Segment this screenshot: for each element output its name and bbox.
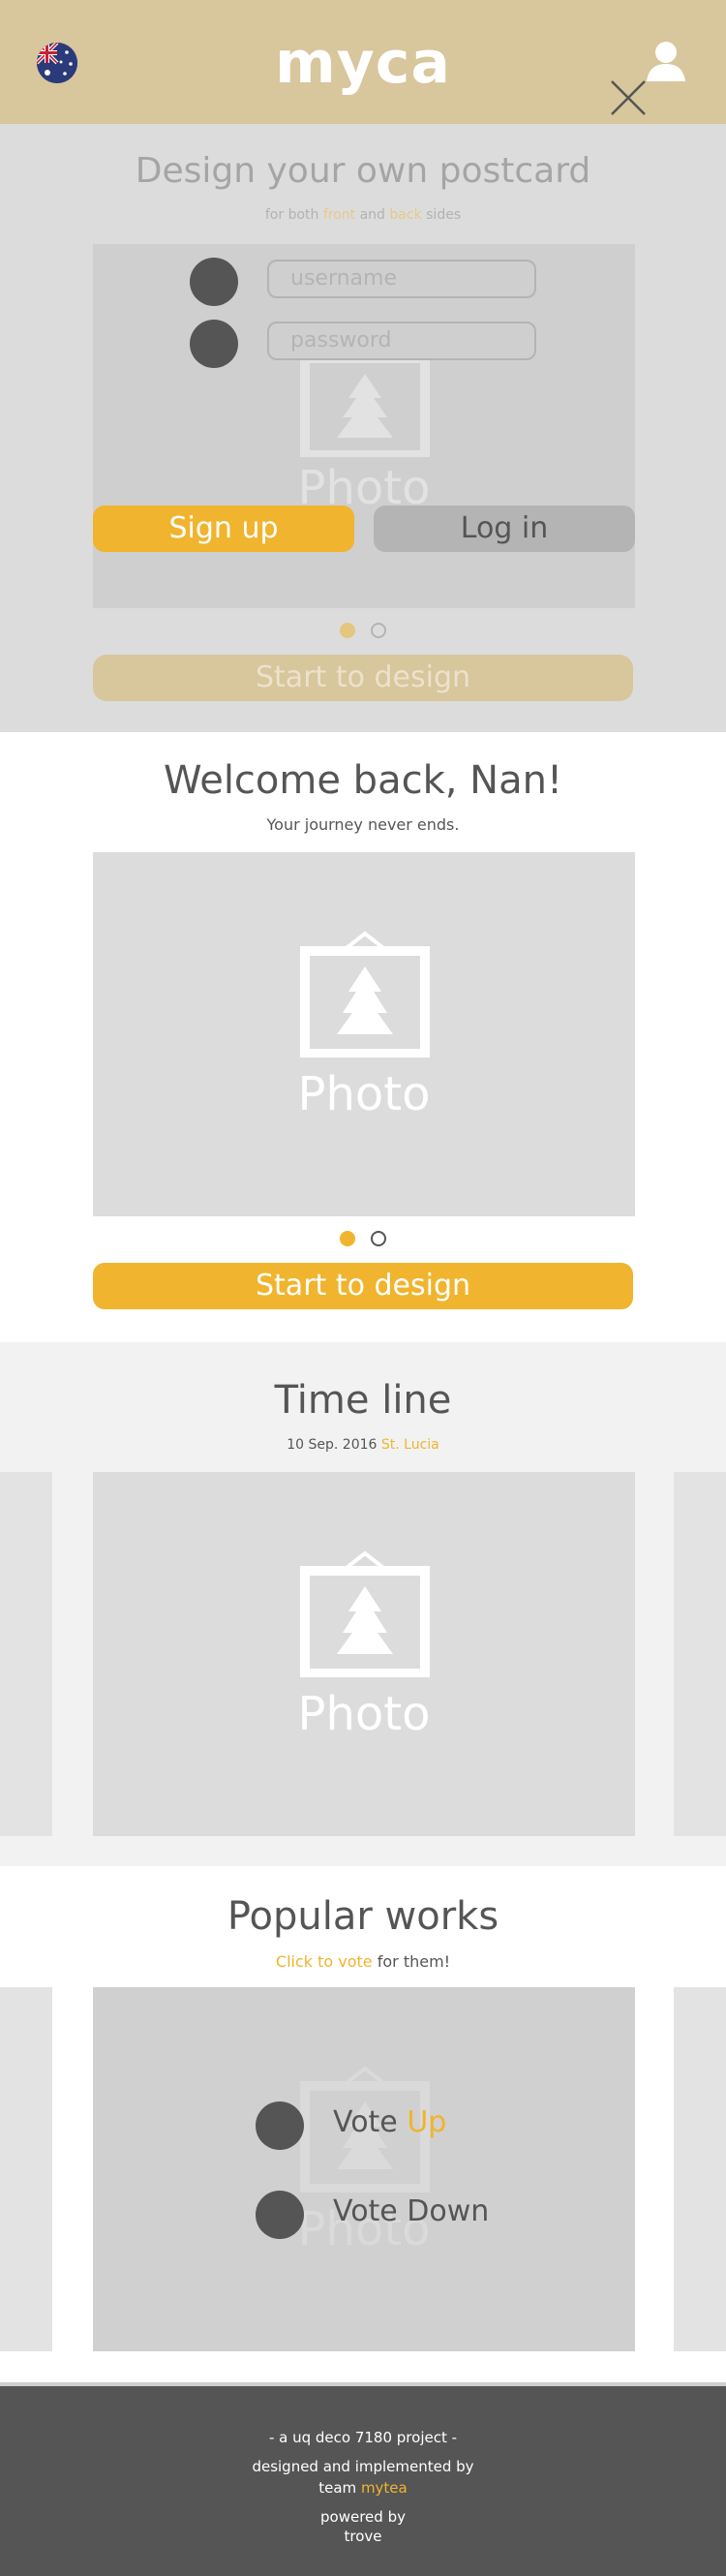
footer-team-prefix: team (318, 2479, 361, 2497)
password-input[interactable]: password (267, 322, 536, 360)
timeline-photo-card[interactable]: Photo (93, 1472, 635, 1836)
popular-title: Popular works (227, 1894, 499, 1939)
signup-button[interactable]: Sign up (93, 506, 354, 552)
carousel-dot-active[interactable] (340, 623, 355, 638)
popular-subtitle: Click to vote for them! (0, 1952, 726, 1971)
subtitle-text: and (355, 207, 390, 223)
welcome-photo-card[interactable]: Photo (93, 852, 635, 1216)
photo-label: Photo (297, 1687, 431, 1741)
password-avatar-dot (190, 320, 238, 368)
username-input[interactable]: username (267, 260, 536, 298)
carousel-dot[interactable] (371, 623, 386, 638)
popular-subtitle-text: for them! (372, 1952, 451, 1971)
popular-card-prev[interactable] (0, 1987, 52, 2351)
app-logo[interactable]: myca (266, 29, 460, 97)
popular-card-next[interactable] (674, 1987, 726, 2351)
vote-up-text: Vote (333, 2105, 408, 2139)
footer: - a uq deco 7180 project - designed and … (0, 2382, 726, 2576)
timeline-place-link[interactable]: St. Lucia (381, 1437, 439, 1453)
timeline-card-next[interactable] (674, 1472, 726, 1836)
footer-team-link[interactable]: mytea (361, 2479, 408, 2497)
close-icon[interactable] (608, 77, 649, 118)
vote-up-word: Up (407, 2105, 447, 2139)
subtitle-text: sides (421, 207, 462, 223)
login-button[interactable]: Log in (374, 506, 635, 552)
footer-project-line: - a uq deco 7180 project - (268, 2429, 458, 2446)
start-design-button-dimmed[interactable]: Start to design (93, 655, 633, 701)
timeline-subtitle: 10 Sep. 2016 St. Lucia (0, 1437, 726, 1453)
timeline-title: Time line (274, 1378, 452, 1423)
welcome-subtitle: Your journey never ends. (266, 815, 460, 834)
header-bar: myca (0, 0, 726, 124)
footer-team-line: team mytea (0, 2479, 726, 2497)
footer-credit-line: designed and implemented by (252, 2458, 474, 2475)
subtitle-text: for both (264, 207, 323, 223)
photo-icon (300, 930, 430, 1058)
footer-powered-line: powered by (320, 2508, 406, 2526)
australia-flag-icon[interactable] (37, 43, 77, 83)
photo-icon (300, 1549, 430, 1678)
design-title: Design your own postcard (135, 151, 591, 191)
click-to-vote-link[interactable]: Click to vote (276, 1952, 373, 1971)
vote-up-button[interactable]: Vote Up (333, 2105, 446, 2139)
carousel-dot-active[interactable] (340, 1231, 355, 1246)
design-subtitle: for both front and back sides (0, 207, 726, 223)
photo-label: Photo (297, 1067, 431, 1121)
start-design-button[interactable]: Start to design (93, 1263, 633, 1309)
timeline-date: 10 Sep. 2016 (287, 1437, 381, 1453)
vote-down-dot[interactable] (256, 2191, 304, 2239)
footer-trove-link[interactable]: trove (0, 2528, 726, 2545)
timeline-card-prev[interactable] (0, 1472, 52, 1836)
vote-up-dot[interactable] (256, 2101, 304, 2150)
subtitle-back: back (389, 207, 422, 223)
user-icon[interactable] (645, 39, 687, 83)
vote-down-button[interactable]: Vote Down (333, 2194, 489, 2228)
popular-photo-card[interactable]: Photo Vote Up Vote Down (93, 1987, 635, 2351)
login-panel: Photo username password Sign up Log in (93, 244, 635, 608)
username-avatar-dot (190, 258, 238, 306)
subtitle-front: front (322, 207, 356, 223)
welcome-title: Welcome back, Nan! (164, 758, 562, 803)
photo-icon (300, 342, 430, 460)
carousel-dot[interactable] (371, 1231, 386, 1246)
